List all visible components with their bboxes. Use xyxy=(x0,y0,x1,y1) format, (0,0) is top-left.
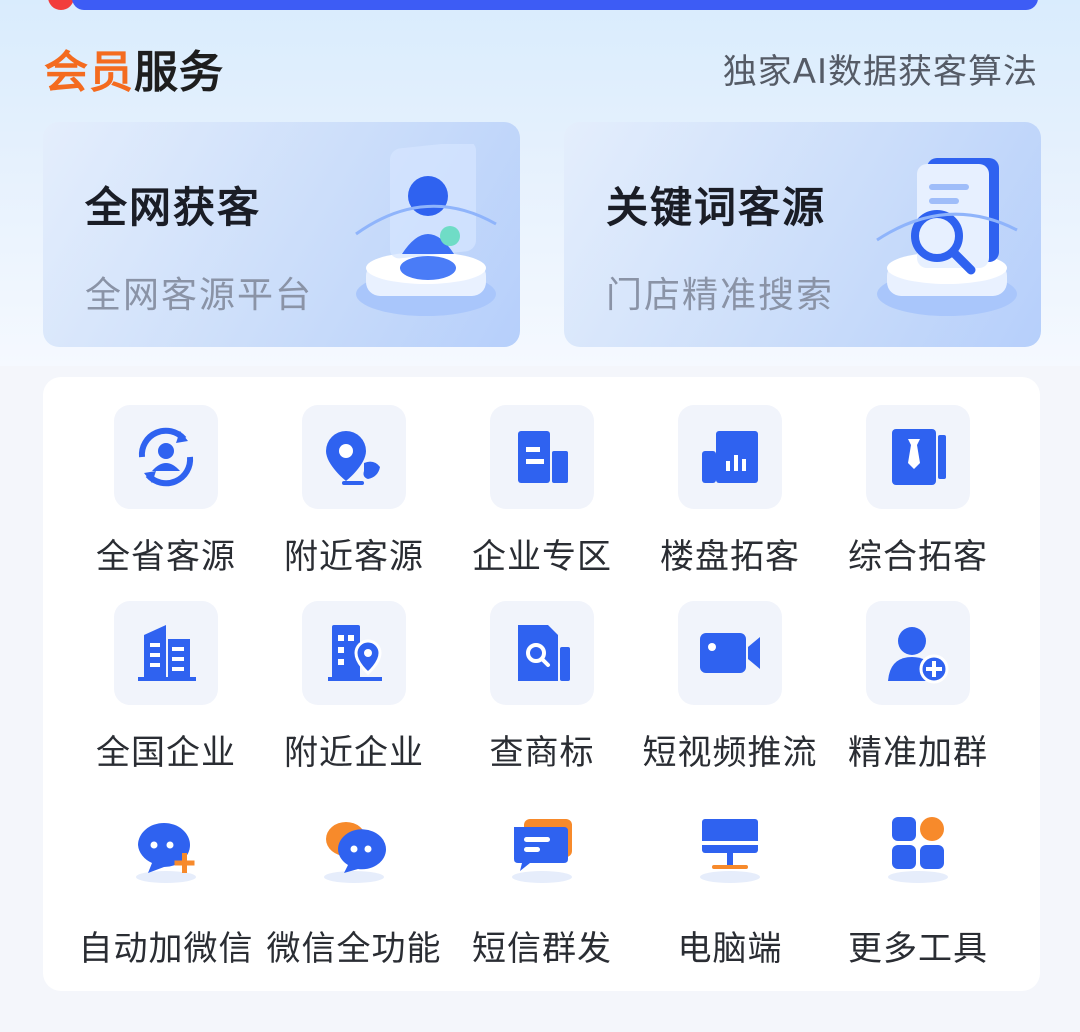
chart-building-icon xyxy=(702,431,758,483)
tool-icon-wrap xyxy=(302,601,406,705)
tool-more-tools[interactable]: 更多工具 xyxy=(824,797,1012,977)
tool-wechat-full-features[interactable]: 微信全功能 xyxy=(260,797,448,977)
tool-icon-wrap xyxy=(114,601,218,705)
tool-auto-add-wechat[interactable]: 自动加微信 xyxy=(72,797,260,977)
search-file-icon xyxy=(518,625,570,681)
tool-icon-wrap xyxy=(490,601,594,705)
grid-apps-icon xyxy=(888,817,948,883)
tool-label: 附近客源 xyxy=(284,537,424,577)
tie-book-icon xyxy=(892,429,946,485)
tool-label: 查商标 xyxy=(489,733,595,773)
tool-icon-wrap xyxy=(302,405,406,509)
search-document-illustration xyxy=(876,158,1018,316)
feature-card-keyword-leads[interactable]: 关键词客源 门店精准搜索 xyxy=(564,122,1041,347)
tool-icon-wrap xyxy=(114,797,218,901)
message-icon xyxy=(512,819,572,883)
header-area: 会员 服务 独家AI数据获客算法 全网获客 全网客源平台 关键词客源 门店精准搜… xyxy=(0,0,1080,366)
tool-icon-wrap xyxy=(490,797,594,901)
office-building-icon xyxy=(138,625,196,681)
section-title: 会员 服务 xyxy=(44,36,224,100)
building-location-icon xyxy=(328,625,382,681)
tool-icon-wrap xyxy=(678,601,782,705)
chat-add-icon xyxy=(136,823,196,883)
tool-icon-wrap xyxy=(866,797,970,901)
tool-label: 企业专区 xyxy=(472,537,612,577)
add-user-icon xyxy=(888,627,949,684)
tool-trademark-search[interactable]: 查商标 xyxy=(448,601,636,781)
feature-card-title: 全网获客 xyxy=(85,183,262,232)
tool-label: 精准加群 xyxy=(848,733,988,773)
tool-label: 全国企业 xyxy=(96,733,236,773)
tool-province-leads[interactable]: 全省客源 xyxy=(72,405,260,585)
tool-precise-group-join[interactable]: 精准加群 xyxy=(824,601,1012,781)
tool-icon-wrap xyxy=(490,405,594,509)
tool-short-video-promotion[interactable]: 短视频推流 xyxy=(636,601,824,781)
tool-label: 更多工具 xyxy=(848,929,988,969)
tool-national-enterprises[interactable]: 全国企业 xyxy=(72,601,260,781)
tool-icon-wrap xyxy=(678,797,782,901)
tool-label: 楼盘拓客 xyxy=(660,537,800,577)
tools-panel: 全省客源 附近客源 企业专区 楼盘拓客 综合拓客 全国企业 附近企业 查商标 短… xyxy=(43,377,1040,991)
tool-comprehensive-leads[interactable]: 综合拓客 xyxy=(824,405,1012,585)
tool-desktop-client[interactable]: 电脑端 xyxy=(636,797,824,977)
video-camera-icon xyxy=(700,633,760,673)
section-title-rest: 服务 xyxy=(134,47,224,98)
tool-label: 自动加微信 xyxy=(78,929,254,969)
building-icon xyxy=(518,431,568,483)
notification-dot xyxy=(48,0,74,10)
feature-card-subtitle: 门店精准搜索 xyxy=(606,275,835,316)
top-banner-strip[interactable] xyxy=(72,0,1038,10)
tool-nearby-enterprises[interactable]: 附近企业 xyxy=(260,601,448,781)
tool-property-leads[interactable]: 楼盘拓客 xyxy=(636,405,824,585)
section-slogan: 独家AI数据获客算法 xyxy=(722,52,1038,92)
tool-label: 微信全功能 xyxy=(266,929,442,969)
tool-icon-wrap xyxy=(678,405,782,509)
tool-icon-wrap xyxy=(114,405,218,509)
tool-icon-wrap xyxy=(866,405,970,509)
refresh-person-icon xyxy=(138,427,194,487)
person-hologram-illustration xyxy=(355,144,497,316)
tool-bulk-sms[interactable]: 短信群发 xyxy=(448,797,636,977)
tool-label: 电脑端 xyxy=(677,929,783,969)
feature-card-title: 关键词客源 xyxy=(606,183,827,232)
feature-card-network-acquisition[interactable]: 全网获客 全网客源平台 xyxy=(43,122,520,347)
tool-enterprise-zone[interactable]: 企业专区 xyxy=(448,405,636,585)
tool-nearby-leads[interactable]: 附近客源 xyxy=(260,405,448,585)
tool-label: 全省客源 xyxy=(96,537,236,577)
double-chat-icon xyxy=(324,822,386,883)
tool-label: 短视频推流 xyxy=(642,733,818,773)
tool-label: 短信群发 xyxy=(472,929,612,969)
tool-icon-wrap xyxy=(866,601,970,705)
tool-label: 综合拓客 xyxy=(848,537,988,577)
tool-icon-wrap xyxy=(302,797,406,901)
feature-card-subtitle: 全网客源平台 xyxy=(85,275,314,316)
tool-label: 附近企业 xyxy=(284,733,424,773)
section-title-accent: 会员 xyxy=(44,47,134,98)
monitor-icon xyxy=(700,819,760,883)
location-phone-icon xyxy=(326,431,380,485)
